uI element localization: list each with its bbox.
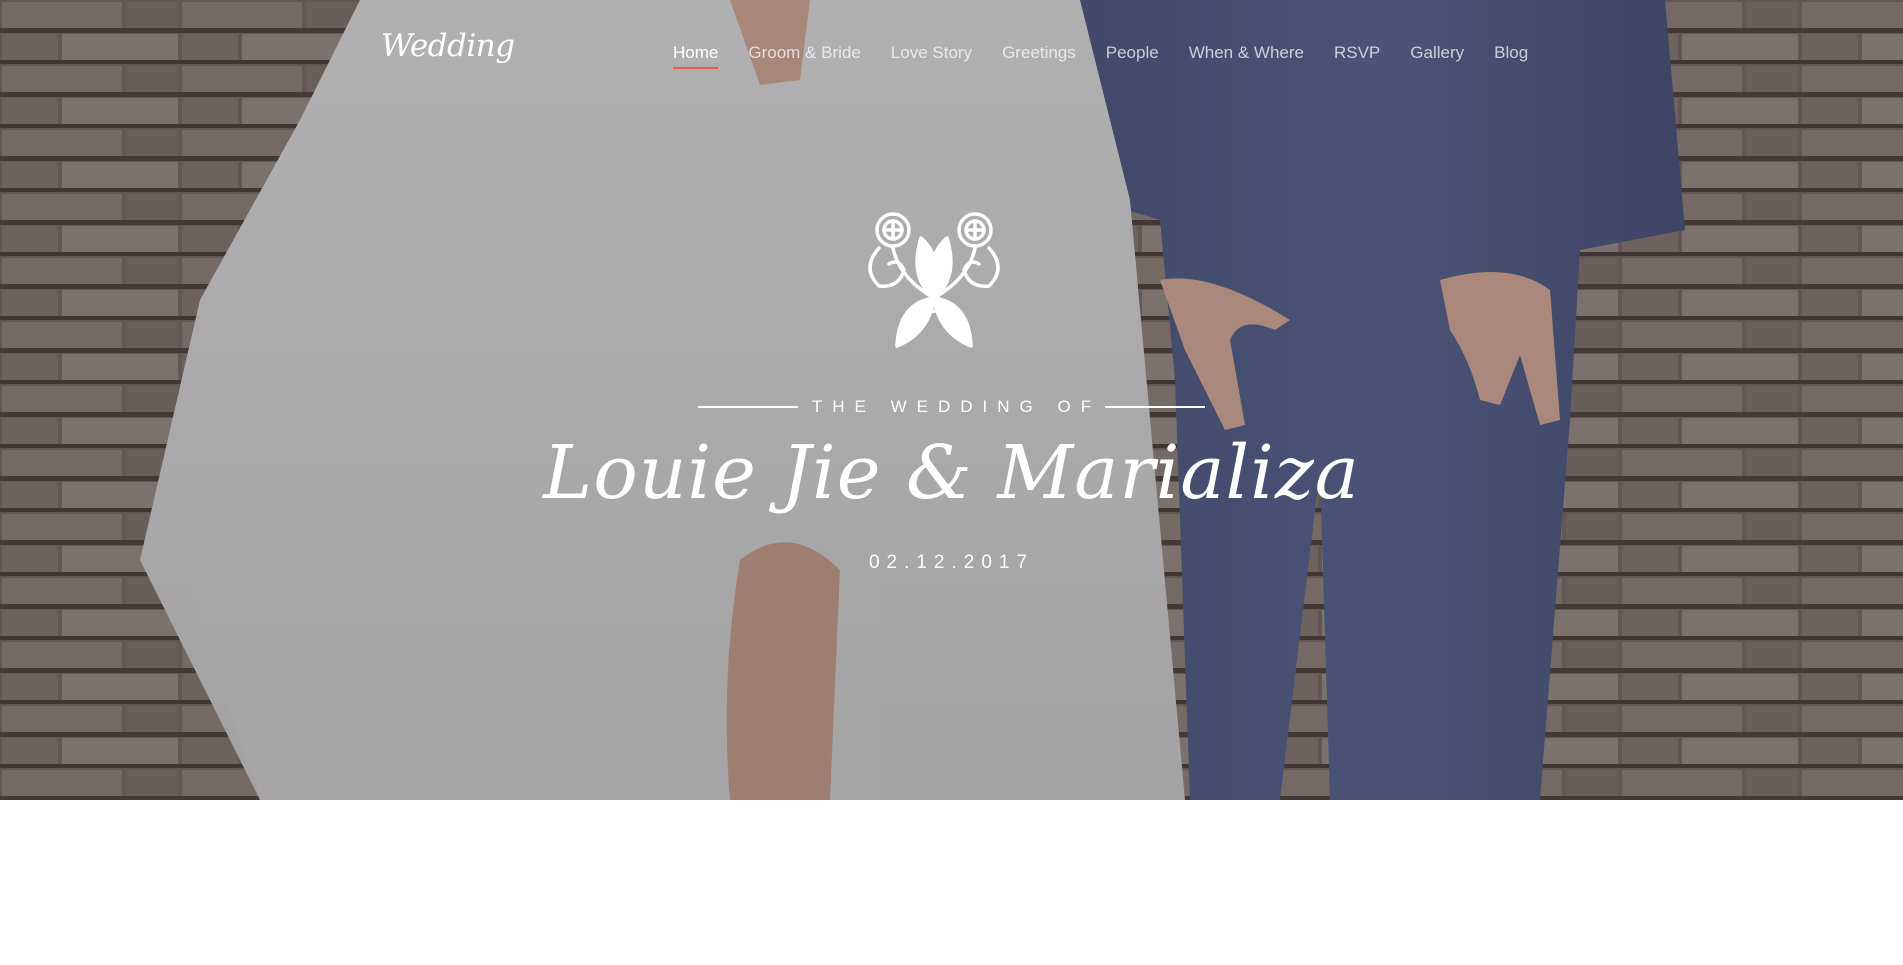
menu-item-greetings: Greetings [1002, 43, 1076, 69]
menu-link-greetings[interactable]: Greetings [1002, 43, 1076, 67]
couple-names: Louie Jie & Marializa [543, 430, 1360, 516]
divider-right [1105, 405, 1206, 408]
menu-link-blog[interactable]: Blog [1494, 43, 1528, 67]
floral-emblem-icon [868, 212, 1000, 348]
subtitle-text: THE WEDDING OF [811, 396, 1102, 416]
menu-link-rsvp[interactable]: RSVP [1334, 43, 1380, 67]
content-area [0, 800, 1903, 965]
menu-link-when-where[interactable]: When & Where [1189, 43, 1304, 67]
menu-link-home[interactable]: Home [673, 43, 719, 69]
menu-item-home: Home [673, 43, 719, 69]
hero-section: Wedding Home Groom & Bride Love Story Gr… [0, 0, 1903, 800]
menu-link-love-story[interactable]: Love Story [891, 43, 972, 67]
menu-item-groom-bride: Groom & Bride [748, 43, 860, 69]
menu-item-gallery: Gallery [1410, 43, 1464, 69]
menu-link-people[interactable]: People [1106, 43, 1159, 67]
site-logo[interactable]: Wedding [381, 28, 515, 64]
menu-item-when-where: When & Where [1189, 43, 1304, 69]
menu-item-rsvp: RSVP [1334, 43, 1380, 69]
menu-link-groom-bride[interactable]: Groom & Bride [748, 43, 860, 67]
wedding-date: 02.12.2017 [868, 552, 1035, 573]
menu-link-gallery[interactable]: Gallery [1410, 43, 1464, 67]
top-navigation: Wedding Home Groom & Bride Love Story Gr… [0, 0, 1903, 110]
menu-item-love-story: Love Story [891, 43, 972, 69]
wedding-of-subtitle: THE WEDDING OF [0, 396, 1903, 417]
menu-item-blog: Blog [1494, 43, 1528, 69]
divider-left [697, 405, 798, 408]
main-menu: Home Groom & Bride Love Story Greetings … [673, 43, 1528, 69]
menu-item-people: People [1106, 43, 1159, 69]
